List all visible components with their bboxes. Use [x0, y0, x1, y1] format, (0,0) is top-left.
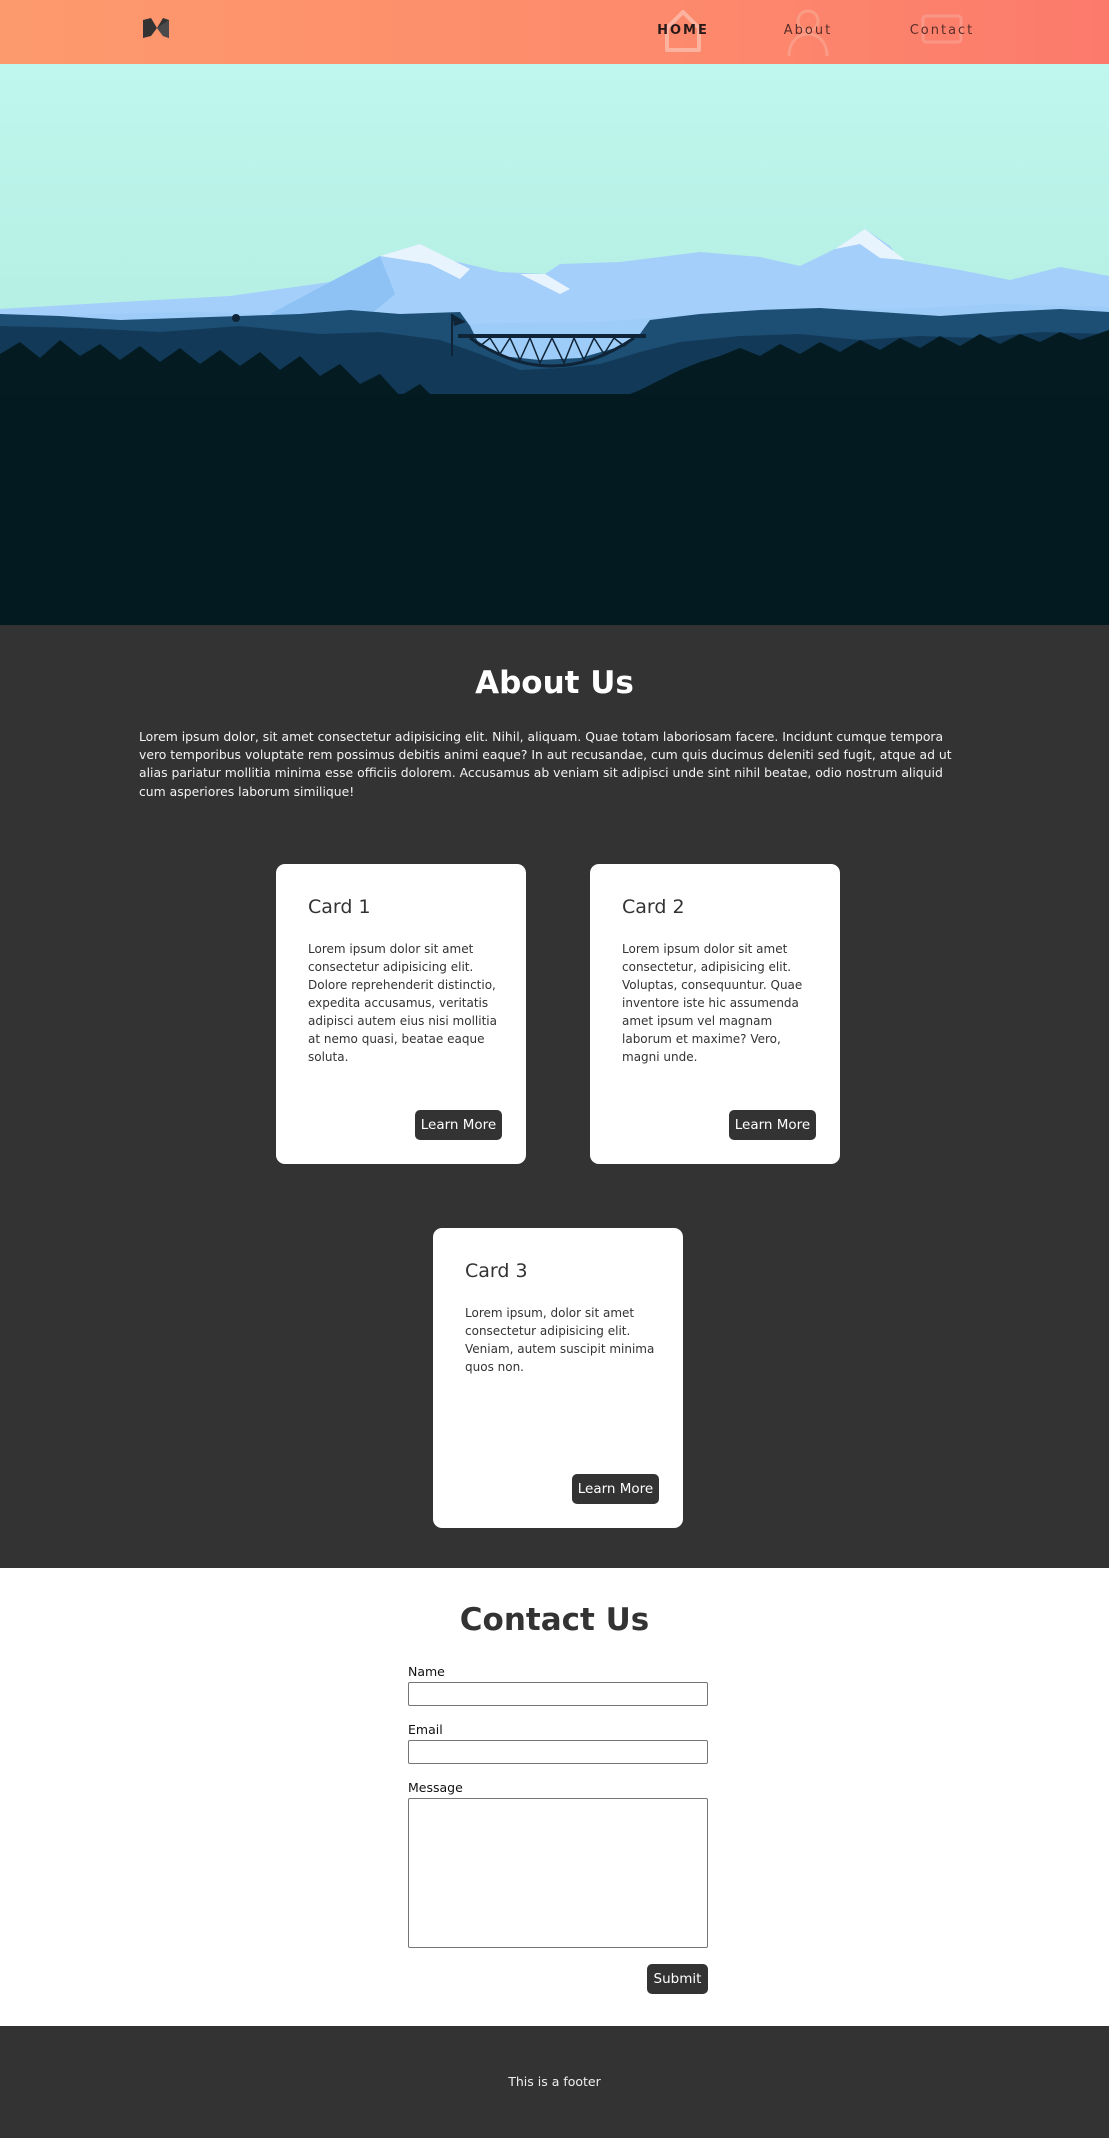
name-field[interactable] — [408, 1682, 708, 1706]
footer-text: This is a footer — [508, 2074, 601, 2089]
card-3: Card 3 Lorem ipsum, dolor sit amet conse… — [433, 1228, 683, 1528]
about-title: About Us — [475, 665, 634, 701]
about-section: About Us Lorem ipsum dolor, sit amet con… — [0, 625, 1109, 1568]
email-label: Email — [408, 1722, 443, 1737]
top-nav: HOME About Contact — [0, 0, 1109, 64]
card-title: Card 3 — [465, 1260, 528, 1282]
submit-button[interactable]: Submit — [647, 1964, 708, 1994]
nav-about-label: About — [783, 23, 833, 38]
contact-section: Contact Us Name Email Message Submit — [0, 1568, 1109, 2026]
card-1: Card 1 Lorem ipsum dolor sit amet consec… — [276, 864, 526, 1164]
footer: This is a footer — [0, 2026, 1109, 2138]
logo-icon[interactable] — [142, 16, 170, 40]
card-title: Card 1 — [308, 896, 371, 918]
hero-banner — [0, 64, 1109, 625]
contact-title: Contact Us — [459, 1602, 650, 1638]
card-text: Lorem ipsum, dolor sit amet consectetur … — [465, 1306, 655, 1374]
message-field[interactable] — [408, 1798, 708, 1948]
learn-more-button[interactable]: Learn More — [729, 1110, 816, 1140]
card-2: Card 2 Lorem ipsum dolor sit amet consec… — [590, 864, 840, 1164]
card-title: Card 2 — [622, 896, 685, 918]
mountain-landscape-illustration — [0, 229, 1109, 625]
card-text: Lorem ipsum dolor sit amet consectetur, … — [622, 942, 803, 1064]
about-text: Lorem ipsum dolor, sit amet consectetur … — [139, 729, 952, 799]
name-label: Name — [408, 1664, 445, 1679]
nav-about[interactable]: About — [748, 0, 868, 64]
nav-contact[interactable]: Contact — [882, 0, 1002, 64]
learn-more-button[interactable]: Learn More — [415, 1110, 502, 1140]
nav-home[interactable]: HOME — [623, 0, 743, 64]
learn-more-button[interactable]: Learn More — [572, 1474, 659, 1504]
message-label: Message — [408, 1780, 463, 1795]
nav-contact-label: Contact — [909, 23, 975, 38]
nav-home-label: HOME — [657, 23, 709, 38]
card-text: Lorem ipsum dolor sit amet consectetur a… — [308, 942, 497, 1064]
email-field[interactable] — [408, 1740, 708, 1764]
